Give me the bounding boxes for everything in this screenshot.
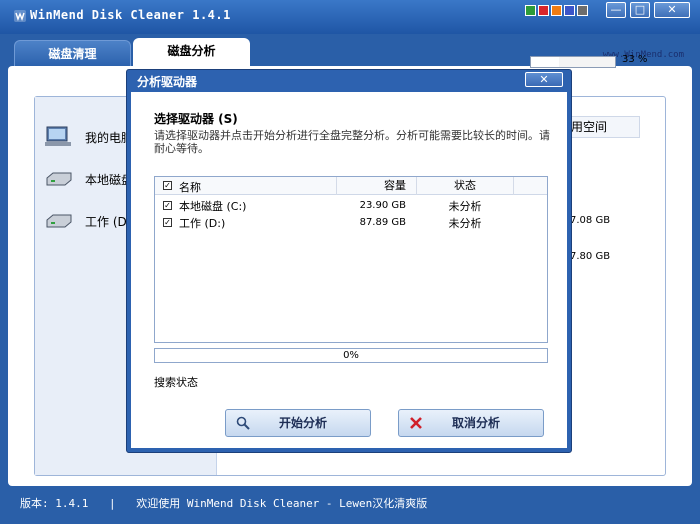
dialog-close-button[interactable]: ✕ [525,72,563,87]
hard-drive-icon [46,214,72,228]
drive-capacity: 23.90 GB [359,200,406,211]
background-progress-bar [530,56,616,68]
analysis-progress-label: 0% [343,350,359,361]
skin-swatches [525,5,588,16]
maximize-button[interactable]: □ [630,2,650,18]
hard-drive-icon [46,172,72,186]
dialog-description: 请选择驱动器并点击开始分析进行全盘完整分析。分析可能需要比较长的时间。请耐心等待… [154,129,550,155]
close-button[interactable]: ✕ [654,2,690,18]
start-analysis-label: 开始分析 [278,416,327,430]
status-bar: 版本: 1.4.1 | 欢迎使用 WinMend Disk Cleaner - … [0,492,700,524]
drive-status: 未分析 [448,200,482,213]
search-status-label: 搜索状态 [154,376,198,389]
background-progress-label: 33 % [622,54,648,65]
sidebar-item-my-computer[interactable]: 我的电脑 [43,125,133,149]
analyze-drive-dialog: 分析驱动器 ✕ 选择驱动器 (S) 请选择驱动器并点击开始分析进行全盘完整分析。… [126,69,572,453]
minimize-button[interactable]: — [606,2,626,18]
column-header-name[interactable]: 名称 [179,179,201,195]
skin-swatch-red[interactable] [538,5,549,16]
sidebar-item-label: 工作 (D [85,214,127,229]
used-space-value: 7.08 GB [570,215,611,226]
used-space-column-header[interactable]: 用空间 [560,116,640,138]
cancel-analysis-button[interactable]: 取消分析 [398,409,544,437]
drive-name: 工作 (D:) [179,217,226,230]
sidebar-item-work-disk[interactable]: 工作 (D [43,209,127,233]
tab-disk-cleanup[interactable]: 磁盘清理 [14,40,131,66]
used-space-value: 7.80 GB [570,251,611,262]
drive-checkbox[interactable]: ✓ [163,218,172,227]
drive-list-header: ✓ 名称 容量 状态 [155,177,547,195]
drive-status: 未分析 [448,217,482,230]
app-window: WinMend Disk Cleaner 1.4.1 — □ ✕ 磁盘清理 磁盘… [0,0,700,524]
window-title: WinMend Disk Cleaner 1.4.1 [30,8,231,22]
skin-swatch-green[interactable] [525,5,536,16]
skin-swatch-gray[interactable] [577,5,588,16]
drive-name: 本地磁盘 (C:) [179,200,247,213]
computer-icon [45,126,71,146]
version-label: 版本: 1.4.1 [20,497,89,510]
drive-list: ✓ 名称 容量 状态 ✓ 本地磁盘 (C:) 23.90 GB 未分析 ✓ 工作… [154,176,548,343]
drive-capacity: 87.89 GB [359,217,406,228]
main-tabs: 磁盘清理 磁盘分析 [14,38,252,66]
analysis-progress-bar: 0% [154,348,548,363]
skin-swatch-orange[interactable] [551,5,562,16]
select-all-checkbox[interactable]: ✓ [163,181,172,190]
column-header-capacity[interactable]: 容量 [336,177,416,195]
status-separator: | [108,497,116,510]
app-logo-icon [14,10,26,22]
title-bar[interactable]: WinMend Disk Cleaner 1.4.1 — □ ✕ [0,0,700,34]
drive-checkbox[interactable]: ✓ [163,201,172,210]
start-analysis-button[interactable]: 开始分析 [225,409,371,437]
dialog-body: 选择驱动器 (S) 请选择驱动器并点击开始分析进行全盘完整分析。分析可能需要比较… [131,92,567,448]
cancel-analysis-label: 取消分析 [451,416,500,430]
sidebar-item-local-disk[interactable]: 本地磁盘 [43,167,133,191]
tab-disk-analysis[interactable]: 磁盘分析 [133,38,250,66]
column-header-status[interactable]: 状态 [416,177,514,195]
dialog-heading: 选择驱动器 (S) [154,112,238,126]
welcome-text: 欢迎使用 WinMend Disk Cleaner - Lewen汉化清爽版 [136,497,428,510]
skin-swatch-blue[interactable] [564,5,575,16]
dialog-title: 分析驱动器 [137,75,198,89]
